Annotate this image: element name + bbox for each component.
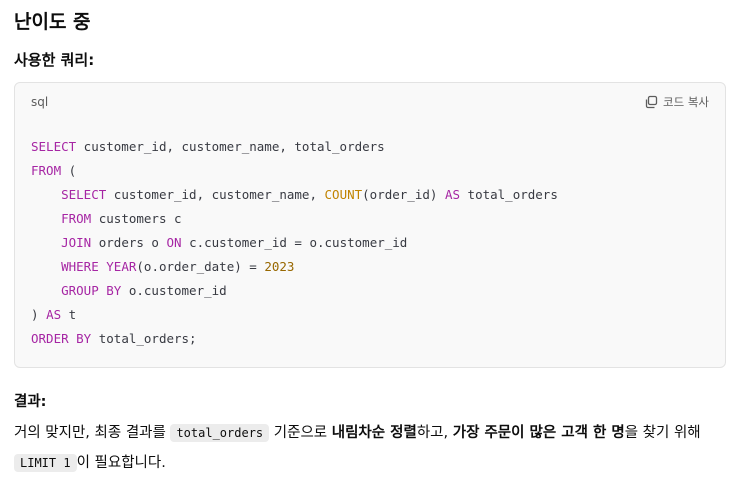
code-line: FROM customers c — [31, 207, 558, 231]
code-line: ORDER BY total_orders; — [31, 327, 558, 351]
code-token: JOIN — [61, 235, 92, 250]
inline-code-total-orders: total_orders — [170, 424, 270, 442]
code-token: total_orders; — [91, 331, 197, 346]
result-text-part2: 기준으로 — [269, 425, 332, 441]
code-token: SELECT — [31, 139, 77, 154]
result-text-part1: 거의 맞지만, 최종 결과를 — [14, 425, 171, 441]
result-label: 결과: — [14, 394, 47, 410]
code-language-label: sql — [31, 95, 49, 109]
result-text-part5: 이 필요합니다. — [76, 455, 166, 471]
code-token: COUNT — [324, 187, 363, 202]
code-line: ) AS t — [31, 303, 558, 327]
code-token: customer_id, customer_name, — [106, 187, 325, 202]
code-token: orders o — [91, 235, 167, 250]
code-token: t — [61, 307, 77, 322]
code-line: FROM ( — [31, 159, 558, 183]
code-token: total_orders — [460, 187, 558, 202]
code-token: customer_id, customer_name, total_orders — [76, 139, 385, 154]
section-heading: 난이도 중 — [14, 11, 91, 33]
copy-icon — [644, 95, 658, 109]
code-token: FROM — [31, 163, 62, 178]
sql-code: SELECT customer_id, customer_name, total… — [31, 135, 558, 351]
code-token: YEAR — [106, 259, 137, 274]
code-line: GROUP BY o.customer_id — [31, 279, 558, 303]
code-line: JOIN orders o ON c.customer_id = o.custo… — [31, 231, 558, 255]
code-line: WHERE YEAR(o.order_date) = 2023 — [31, 255, 558, 279]
query-label: 사용한 쿼리: — [14, 51, 95, 69]
result-paragraph: 거의 맞지만, 최종 결과를 total_orders 기준으로 내림차순 정렬… — [14, 418, 730, 478]
code-block: sql 코드 복사 SELECT customer_id, customer_n… — [14, 82, 726, 368]
code-token: AS — [444, 187, 461, 202]
code-token: ON — [166, 235, 182, 250]
code-token: 2023 — [264, 259, 295, 274]
code-token: c.customer_id = o.customer_id — [181, 235, 408, 250]
code-token: FROM — [61, 211, 92, 226]
inline-code-limit: LIMIT 1 — [14, 454, 77, 472]
code-token: SELECT — [61, 187, 107, 202]
copy-code-label: 코드 복사 — [663, 95, 709, 109]
code-token: ORDER BY — [31, 331, 92, 346]
code-token: (order_id) — [362, 187, 445, 202]
code-token: ) — [31, 307, 47, 322]
code-token: WHERE — [61, 259, 99, 274]
code-token: AS — [46, 307, 62, 322]
result-bold-top-customer: 가장 주문이 많은 고객 한 명 — [452, 425, 625, 441]
code-line: SELECT customer_id, customer_name, COUNT… — [31, 183, 558, 207]
code-token: (o.order_date) = — [136, 259, 265, 274]
code-token: customers c — [91, 211, 182, 226]
code-token: GROUP BY — [61, 283, 122, 298]
copy-code-button[interactable]: 코드 복사 — [644, 93, 709, 111]
code-token: o.customer_id — [121, 283, 227, 298]
result-bold-sort: 내림차순 정렬 — [331, 425, 417, 441]
result-text-part3: 하고, — [416, 425, 453, 441]
code-token: ( — [61, 163, 77, 178]
result-text-part4: 을 찾기 위해 — [624, 425, 701, 441]
code-line: SELECT customer_id, customer_name, total… — [31, 135, 558, 159]
